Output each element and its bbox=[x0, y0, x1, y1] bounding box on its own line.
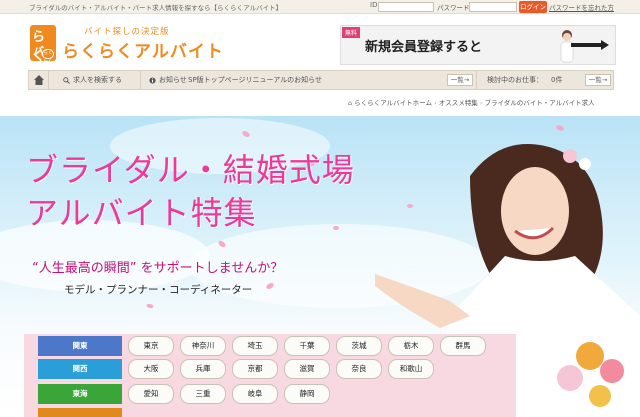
signup-banner[interactable]: 無料 新規会員登録すると bbox=[340, 25, 616, 65]
password-label: パスワード bbox=[437, 4, 470, 12]
site-logo[interactable]: らく バ らくらく bbox=[30, 25, 56, 64]
password-input[interactable] bbox=[469, 2, 517, 12]
considering-list-button[interactable]: 一覧→ bbox=[585, 74, 611, 86]
prefecture-button[interactable]: 三重 bbox=[180, 384, 226, 404]
logo-badge: らくらく bbox=[42, 49, 54, 64]
considering-label: 検討中のお仕事： bbox=[487, 76, 543, 84]
home-icon bbox=[34, 75, 44, 85]
prefecture-button[interactable]: 茨城 bbox=[336, 336, 382, 356]
site-tagline: バイト探しの決定版 bbox=[84, 27, 170, 37]
breadcrumb: ⌂ らくらくアルバイトホーム › オススメ特集 › ブライダルのバイト・アルバイ… bbox=[348, 97, 595, 107]
breadcrumb-home[interactable]: らくらくアルバイトホーム bbox=[354, 99, 432, 107]
prefecture-button[interactable]: 千葉 bbox=[284, 336, 330, 356]
area-label[interactable]: 関東 bbox=[38, 336, 122, 356]
news-list-button[interactable]: 一覧→ bbox=[447, 74, 473, 86]
area-label[interactable]: 東海 bbox=[38, 384, 122, 404]
news-headline[interactable]: SP版トップページリニューアルのお知らせ bbox=[188, 75, 322, 85]
prefecture-button[interactable]: 神奈川 bbox=[180, 336, 226, 356]
news-label: お知らせ bbox=[159, 76, 187, 84]
info-icon bbox=[149, 77, 156, 84]
prefecture-button[interactable]: 東京 bbox=[128, 336, 174, 356]
hero-title-line1: ブライダル・結婚式場 bbox=[26, 151, 355, 189]
prefecture-button[interactable]: 兵庫 bbox=[180, 359, 226, 379]
prefecture-button[interactable]: 大阪 bbox=[128, 359, 174, 379]
id-input[interactable] bbox=[378, 2, 434, 12]
area-label[interactable] bbox=[38, 408, 122, 417]
hero-title-line2: アルバイト特集 bbox=[26, 194, 257, 232]
right-arrow-icon bbox=[571, 40, 609, 50]
prefecture-button[interactable]: 栃木 bbox=[388, 336, 434, 356]
signup-banner-text: 新規会員登録すると bbox=[365, 40, 483, 55]
login-button[interactable]: ログイン bbox=[519, 1, 547, 13]
site-brand-name[interactable]: らくらくアルバイト bbox=[62, 37, 224, 62]
forgot-password-link[interactable]: パスワードを忘れた方 bbox=[549, 2, 614, 12]
prefecture-button[interactable]: 岐阜 bbox=[232, 384, 278, 404]
breadcrumb-feature[interactable]: オススメ特集 bbox=[439, 99, 478, 107]
prefecture-button[interactable]: 奈良 bbox=[336, 359, 382, 379]
free-badge: 無料 bbox=[342, 27, 361, 38]
area-label[interactable]: 関西 bbox=[38, 359, 122, 379]
search-jobs-label: 求人を検索する bbox=[73, 76, 122, 84]
nav-divider bbox=[476, 71, 477, 89]
prefecture-button[interactable]: 群馬 bbox=[440, 336, 486, 356]
main-nav-bar: 求人を検索する お知らせ SP版トップページリニューアルのお知らせ 一覧→ 検討… bbox=[28, 70, 614, 90]
considering-count: 0件 bbox=[551, 76, 563, 84]
breadcrumb-current: ブライダルのバイト・アルバイト求人 bbox=[484, 99, 595, 107]
top-utility-bar: ブライダルのバイト・アルバイト・パート求人情報を探すなら【らくらくアルバイト】 … bbox=[0, 0, 640, 14]
prefecture-button[interactable]: 埼玉 bbox=[232, 336, 278, 356]
prefecture-button[interactable]: 和歌山 bbox=[388, 359, 434, 379]
hero-roles: モデル・プランナー・コーディネーター bbox=[64, 284, 253, 296]
search-icon bbox=[63, 77, 70, 84]
search-jobs-nav[interactable]: 求人を検索する bbox=[49, 71, 141, 89]
hero-banner: ブライダル・結婚式場 アルバイト特集 “人生最高の瞬間” をサポートしませんか？… bbox=[0, 116, 640, 417]
prefecture-button[interactable]: 滋賀 bbox=[284, 359, 330, 379]
prefecture-button[interactable]: 京都 bbox=[232, 359, 278, 379]
id-label: ID bbox=[370, 1, 378, 9]
prefecture-button[interactable]: 静岡 bbox=[284, 384, 330, 404]
site-description: ブライダルのバイト・アルバイト・パート求人情報を探すなら【らくらくアルバイト】 bbox=[29, 4, 283, 12]
prefecture-button[interactable]: 愛知 bbox=[128, 384, 174, 404]
news-nav[interactable]: お知らせ SP版トップページリニューアルのお知らせ bbox=[141, 71, 474, 89]
hero-subtitle: “人生最高の瞬間” をサポートしませんか？ bbox=[32, 261, 284, 276]
home-nav-button[interactable] bbox=[29, 71, 49, 89]
